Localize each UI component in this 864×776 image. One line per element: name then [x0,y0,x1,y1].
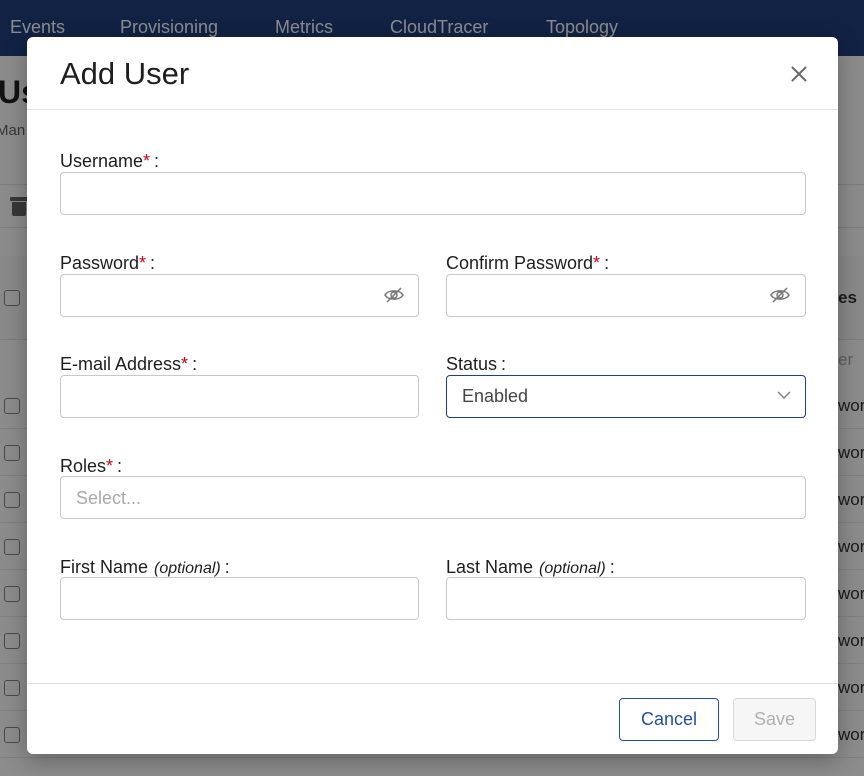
required-marker: * [143,151,151,171]
username-input[interactable] [60,172,806,215]
close-icon[interactable] [787,61,813,87]
email-label: E-mail Address*: [60,354,198,374]
confirm-password-label: Confirm Password*: [446,253,610,273]
confirm-password-input[interactable] [446,274,806,317]
chevron-down-icon [777,391,791,400]
add-user-dialog: Add User Username*: Password*: Confirm P… [27,37,838,754]
roles-select[interactable]: Select... [60,476,806,519]
required-marker: * [593,253,601,273]
required-marker: * [181,354,189,374]
status-label: Status: [446,354,507,374]
save-button[interactable]: Save [733,698,816,741]
status-selected-value: Enabled [462,386,529,406]
optional-hint: (optional) [539,560,606,577]
roles-placeholder: Select... [76,488,142,508]
dialog-title: Add User [60,56,190,91]
last-name-input[interactable] [446,577,806,620]
eye-slash-icon[interactable] [383,286,405,304]
dialog-header: Add User [27,37,838,110]
status-select[interactable]: Enabled [446,375,806,418]
username-label: Username*: [60,151,160,171]
eye-slash-icon[interactable] [769,286,791,304]
email-field[interactable] [60,375,419,418]
first-name-input[interactable] [60,577,419,620]
password-input[interactable] [60,274,419,317]
cancel-button[interactable]: Cancel [619,698,719,741]
optional-hint: (optional) [154,560,221,577]
required-marker: * [139,253,147,273]
required-marker: * [106,456,114,476]
dialog-footer: Cancel Save [27,683,838,754]
roles-label: Roles*: [60,456,123,476]
password-label: Password*: [60,253,156,273]
